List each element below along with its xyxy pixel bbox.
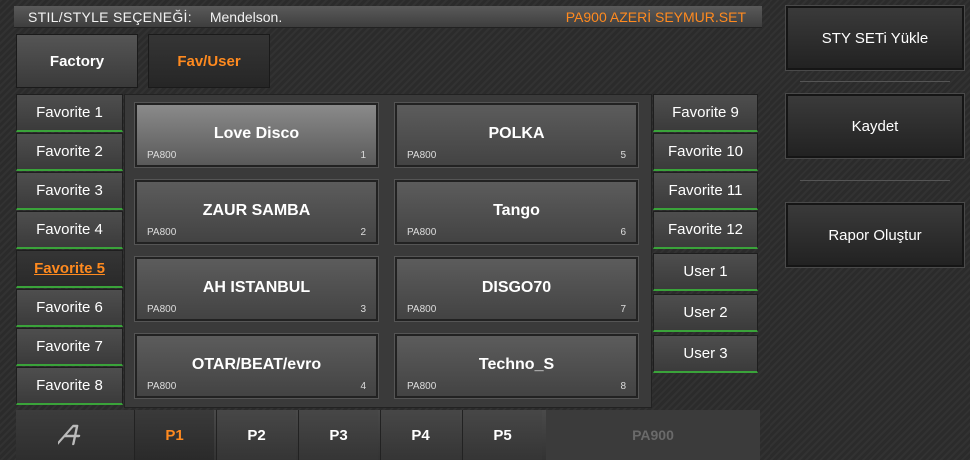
bank-user-3[interactable]: User 3 [653, 335, 758, 373]
style-number: 3 [360, 304, 366, 315]
tab-factory[interactable]: Factory [16, 34, 138, 88]
bank-favorite-3[interactable]: Favorite 3 [16, 172, 123, 210]
korg-a-logo-icon [16, 410, 134, 460]
bank-favorite-6[interactable]: Favorite 6 [16, 289, 123, 327]
action-panel: STY SETi Yükle Kaydet Rapor Oluştur [770, 0, 970, 460]
bank-user-1[interactable]: User 1 [653, 253, 758, 291]
style-name: POLKA [488, 125, 545, 142]
style-slot-3[interactable]: AH ISTANBUL PA800 3 [134, 256, 379, 322]
page-button-p3[interactable]: P3 [298, 410, 378, 460]
style-slot-4[interactable]: OTAR/BEAT/evro PA800 4 [134, 333, 379, 399]
bank-favorite-10[interactable]: Favorite 10 [653, 133, 758, 171]
bank-favorite-4[interactable]: Favorite 4 [16, 211, 123, 249]
bank-favorite-12[interactable]: Favorite 12 [653, 211, 758, 249]
style-name: Techno_S [478, 356, 555, 373]
style-number: 2 [360, 227, 366, 238]
style-slot-5[interactable]: POLKA PA800 5 [394, 102, 639, 168]
model-label: PA900 [546, 410, 760, 460]
style-bank: PA800 [407, 227, 437, 238]
style-bank: PA800 [147, 227, 177, 238]
style-number: 8 [620, 381, 626, 392]
tab-fav-user[interactable]: Fav/User [148, 34, 270, 88]
style-grid: Love Disco PA800 1 ZAUR SAMBA PA800 2 AH… [124, 94, 652, 408]
page-button-p5[interactable]: P5 [462, 410, 542, 460]
style-bank: PA800 [407, 304, 437, 315]
style-select-panel: STIL/STYLE SEÇENEĞİ: Mendelson. PA900 AZ… [0, 0, 770, 460]
bank-favorite-5[interactable]: Favorite 5 [16, 250, 123, 288]
style-number: 1 [360, 150, 366, 161]
style-name: OTAR/BEAT/evro [191, 356, 322, 373]
style-slot-2[interactable]: ZAUR SAMBA PA800 2 [134, 179, 379, 245]
divider [800, 81, 950, 82]
style-number: 5 [620, 150, 626, 161]
style-slot-7[interactable]: DISGO70 PA800 7 [394, 256, 639, 322]
style-number: 4 [360, 381, 366, 392]
style-bank: PA800 [407, 381, 437, 392]
style-bank: PA800 [407, 150, 437, 161]
style-slot-6[interactable]: Tango PA800 6 [394, 179, 639, 245]
style-number: 7 [620, 304, 626, 315]
bank-favorite-8[interactable]: Favorite 8 [16, 367, 123, 405]
divider [800, 180, 950, 181]
style-number: 6 [620, 227, 626, 238]
save-button[interactable]: Kaydet [785, 93, 965, 159]
style-slot-1[interactable]: Love Disco PA800 1 [134, 102, 379, 168]
page-button-p2[interactable]: P2 [216, 410, 296, 460]
page-bar: P1 P2 P3 P4 P5 PA900 [16, 410, 760, 460]
load-sty-set-button[interactable]: STY SETi Yükle [785, 5, 965, 71]
bank-user-2[interactable]: User 2 [653, 294, 758, 332]
header-set-name: PA900 AZERİ SEYMUR.SET [565, 9, 746, 25]
bank-favorite-7[interactable]: Favorite 7 [16, 328, 123, 366]
style-name: ZAUR SAMBA [202, 202, 311, 219]
style-bank: PA800 [147, 304, 177, 315]
bank-favorite-11[interactable]: Favorite 11 [653, 172, 758, 210]
style-bank: PA800 [147, 150, 177, 161]
style-name: Tango [493, 202, 540, 219]
style-slot-8[interactable]: Techno_S PA800 8 [394, 333, 639, 399]
create-report-button[interactable]: Rapor Oluştur [785, 202, 965, 268]
header-current-style: Mendelson. [209, 9, 283, 25]
title-bar: STIL/STYLE SEÇENEĞİ: Mendelson. PA900 AZ… [14, 6, 762, 28]
bank-favorite-2[interactable]: Favorite 2 [16, 133, 123, 171]
style-name: DISGO70 [481, 279, 552, 296]
page-button-p1[interactable]: P1 [134, 410, 214, 460]
style-bank: PA800 [147, 381, 177, 392]
header-label: STIL/STYLE SEÇENEĞİ: [28, 9, 192, 25]
bank-favorite-9[interactable]: Favorite 9 [653, 94, 758, 132]
page-button-p4[interactable]: P4 [380, 410, 460, 460]
bank-favorite-1[interactable]: Favorite 1 [16, 94, 123, 132]
style-name: Love Disco [213, 125, 300, 142]
style-name: AH ISTANBUL [202, 279, 311, 296]
